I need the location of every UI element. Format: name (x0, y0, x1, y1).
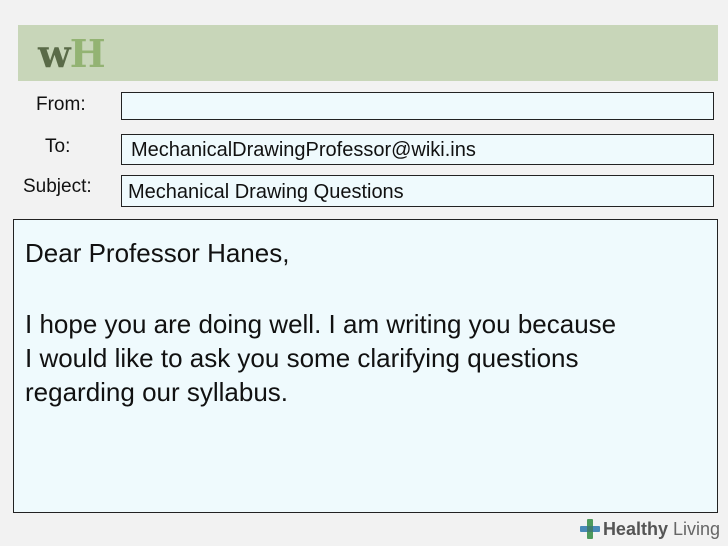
from-field[interactable] (121, 92, 714, 120)
subject-field[interactable]: Mechanical Drawing Questions (121, 175, 714, 207)
watermark-bold: Healthy (602, 518, 668, 539)
logo-h: H (69, 31, 106, 76)
message-line: regarding our syllabus. (25, 377, 289, 407)
subject-label: Subject: (23, 176, 92, 197)
watermark-rest: Living (667, 518, 720, 539)
from-label: From: (36, 94, 86, 115)
message-body[interactable]: Dear Professor Hanes, I hope you are doi… (13, 219, 718, 513)
to-value: MechanicalDrawingProfessor@wiki.ins (131, 139, 476, 161)
message-text: I hope you are doing well. I am writing … (25, 307, 717, 409)
wikihow-logo: wH (38, 31, 106, 76)
logo-w: w (38, 31, 71, 76)
to-field[interactable]: MechanicalDrawingProfessor@wiki.ins (121, 134, 714, 165)
cross-icon (579, 519, 600, 539)
message-line: I would like to ask you some clarifying … (25, 343, 579, 373)
subject-value: Mechanical Drawing Questions (128, 181, 404, 203)
to-label: To: (45, 136, 71, 157)
message-greeting: Dear Professor Hanes, (25, 238, 290, 268)
header-banner: wH (18, 25, 718, 81)
watermark-text: Healthy Living (603, 519, 720, 540)
message-line: I hope you are doing well. I am writing … (25, 309, 617, 339)
healthy-living-watermark: Healthy Living (579, 518, 720, 540)
